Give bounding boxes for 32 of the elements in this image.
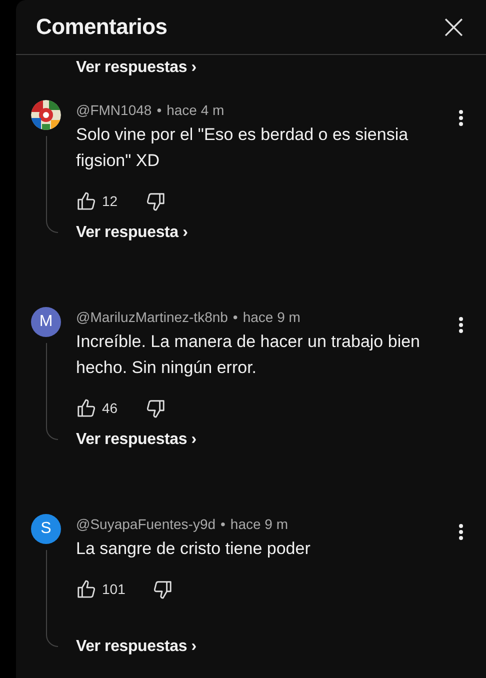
thumbs-down-icon[interactable] [146, 398, 166, 418]
thumbs-up-icon[interactable] [76, 191, 96, 211]
comment-author[interactable]: @SuyapaFuentes-y9d [76, 516, 216, 532]
like-count: 12 [102, 193, 118, 209]
more-icon[interactable] [458, 523, 464, 541]
thumbs-up-icon[interactable] [76, 579, 96, 599]
separator-dot: • [156, 102, 162, 118]
panel-title: Comentarios [36, 14, 168, 40]
view-replies-link[interactable]: Ver respuesta › [76, 224, 486, 242]
separator-dot: • [232, 309, 238, 325]
thumbs-down-icon[interactable] [146, 191, 166, 211]
comment-time: hace 9 m [230, 516, 288, 532]
comment-author[interactable]: @FMN1048 [76, 102, 152, 118]
close-button[interactable]: × [436, 10, 472, 44]
view-replies-link[interactable]: Ver respuestas › [76, 431, 486, 449]
comment-text: Solo vine por el "Eso es berdad o es siensia figsion" XD [76, 124, 410, 172]
more-icon[interactable] [458, 316, 464, 334]
view-replies-link[interactable]: Ver respuestas › [76, 638, 486, 656]
separator-dot: • [220, 516, 226, 532]
avatar: M [31, 307, 61, 337]
avatar: S [31, 514, 61, 544]
comment-time: hace 4 m [166, 102, 224, 118]
comment-text: La sangre de cristo tiene poder [76, 538, 312, 560]
comment-text: Increíble. La manera de hacer un trabajo bien hecho. Sin ningún error. [76, 331, 422, 379]
more-icon[interactable] [458, 109, 464, 127]
like-count: 46 [102, 400, 118, 416]
comment-author[interactable]: @MariluzMartinez-tk8nb [76, 309, 228, 325]
comment-time: hace 9 m [242, 309, 300, 325]
thumbs-up-icon[interactable] [76, 398, 96, 418]
view-replies-link[interactable]: Ver respuestas › [76, 58, 196, 78]
like-count: 101 [102, 581, 126, 597]
thumbs-down-icon[interactable] [153, 579, 174, 599]
